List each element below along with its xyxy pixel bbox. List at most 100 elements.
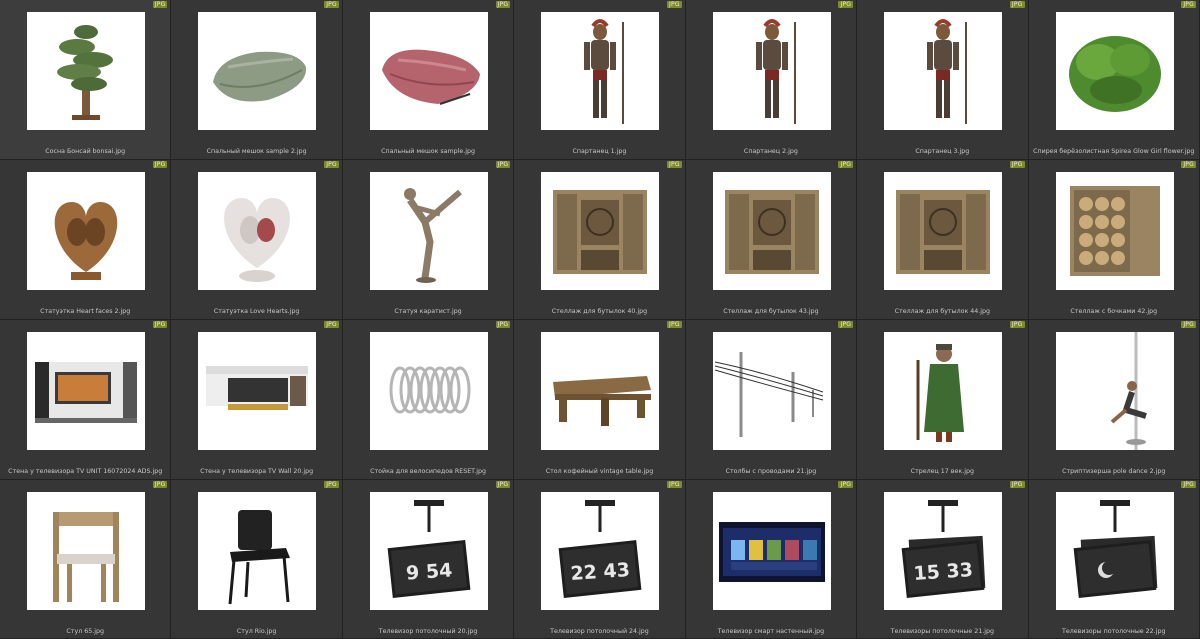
wooden-chair-image [27,492,145,610]
file-thumbnail[interactable]: JPG Спартанец 2.jpg [685,0,858,160]
file-name-label: Телевизоры потолочные 22.jpg [1062,628,1166,635]
barrel-rack-image [1055,172,1174,290]
tv-wall-unit-image [27,332,145,450]
file-name-label: Стена у телевизора TV UNIT 16072024 ADS.… [8,468,163,475]
file-thumbnail[interactable]: JPG Телевизоры потолочные 22.jpg [1028,480,1200,639]
file-thumbnail[interactable]: JPG Стриптизерша pole dance 2.jpg [1028,320,1200,480]
file-type-badge: JPG [838,481,854,488]
karate-statue-image [369,172,488,290]
file-type-badge: JPG [667,321,682,328]
file-thumbnail[interactable]: JPG Спартанец 3.jpg [857,0,1029,160]
file-thumbnail[interactable]: JPG Стена у телевизора TV Wall 20.jpg [171,320,343,480]
file-thumbnail[interactable]: JPG Стойка для велосипедов RESET.jpg [342,320,515,480]
ceiling-tv-image: 22 43 [541,492,660,610]
file-thumbnail[interactable]: JPG Сосна Бонсай bonsai.jpg [0,0,172,160]
file-thumbnail[interactable]: JPG Стрелец 17 век.jpg [857,320,1029,480]
file-thumbnail[interactable]: JPG Стеллаж с бочками 42.jpg [1028,160,1200,320]
file-thumbnail[interactable]: JPG Спартанец 1.jpg [514,0,686,160]
file-type-badge: JPG [1181,161,1196,168]
file-thumbnail[interactable]: JPG 9 54 Телевизор потолочный 20.jpg [342,480,515,639]
heart-faces-statue-image [27,172,145,290]
file-name-label: Стена у телевизора TV Wall 20.jpg [200,468,314,475]
spartan-warrior-image [884,12,1003,130]
file-type-badge: JPG [495,161,511,168]
svg-text:22 43: 22 43 [570,559,631,585]
bonsai-tree-image [27,12,145,130]
file-thumbnail[interactable]: JPG Стеллаж для бутылок 40.jpg [514,160,686,320]
file-type-badge: JPG [152,321,168,328]
bottle-rack-image [712,172,831,290]
file-name-label: Спартанец 1.jpg [572,148,627,155]
file-thumbnail[interactable]: JPG Стеллаж для бутылок 43.jpg [685,160,858,320]
file-thumbnail[interactable]: JPG Стол кофейный vintage table.jpg [514,320,686,480]
file-thumbnail[interactable]: JPG Спальный мешок sample 2.jpg [171,0,343,160]
spartan-warrior-image [712,12,831,130]
ceiling-tv-double-image: 15 33 [884,492,1003,610]
ceiling-tv-image: 9 54 [369,492,488,610]
file-type-badge: JPG [1009,161,1025,168]
file-name-label: Стул Rio.jpg [236,628,277,635]
file-type-badge: JPG [838,1,854,8]
file-name-label: Телевизоры потолочные 21.jpg [890,628,995,635]
file-name-label: Стул 65.jpg [66,628,104,635]
file-thumbnail[interactable]: JPG Стул Rio.jpg [171,480,343,639]
bottle-rack-image [541,172,660,290]
file-type-badge: JPG [667,161,682,168]
file-type-badge: JPG [1181,321,1196,328]
file-thumbnail[interactable]: JPG 15 33 Телевизоры потолочные 21.jpg [857,480,1029,639]
file-type-badge: JPG [838,161,854,168]
file-type-badge: JPG [495,321,511,328]
sleeping-bag-pink-image [369,12,488,130]
file-thumbnail[interactable]: JPG Статуэтка Heart faces 2.jpg [0,160,172,320]
file-name-label: Стол кофейный vintage table.jpg [545,468,654,475]
file-thumbnail[interactable]: JPG Стена у телевизора TV UNIT 16072024 … [0,320,172,480]
file-name-label: Стойка для велосипедов RESET.jpg [370,468,487,475]
file-name-label: Статуэтка Heart faces 2.jpg [40,308,131,315]
file-type-badge: JPG [1009,481,1025,488]
streltsy-soldier-image [884,332,1003,450]
file-type-badge: JPG [152,1,168,8]
file-name-label: Стриптизерша pole dance 2.jpg [1062,468,1166,475]
file-type-badge: JPG [495,1,511,8]
black-chair-image [198,492,317,610]
file-type-badge: JPG [1181,481,1196,488]
file-type-badge: JPG [667,481,682,488]
file-thumbnail[interactable]: JPG Спальный мешок sample.jpg [342,0,515,160]
file-type-badge: JPG [152,481,168,488]
file-thumbnail[interactable]: JPG 22 43 Телевизор потолочный 24.jpg [514,480,686,639]
file-type-badge: JPG [324,161,339,168]
power-poles-image [712,332,831,450]
file-thumbnail[interactable]: JPG Столбы с проводами 21.jpg [685,320,858,480]
file-name-label: Стеллаж для бутылок 43.jpg [723,308,819,315]
bike-rack-image [369,332,488,450]
thumbnail-grid: JPG Сосна Бонсай bonsai.jpg JPG Спальный … [0,0,1200,639]
love-hearts-statue-image [198,172,317,290]
file-type-badge: JPG [152,161,168,168]
tv-wall-unit-white-image [198,332,317,450]
file-name-label: Телевизор потолочный 20.jpg [378,628,478,635]
file-type-badge: JPG [838,321,854,328]
file-name-label: Спальный мешок sample.jpg [381,148,476,155]
svg-text:9 54: 9 54 [405,559,453,584]
file-type-badge: JPG [324,321,339,328]
spartan-warrior-image [541,12,660,130]
file-thumbnail[interactable]: JPG Спирея берёзолистная Spirea Glow Gir… [1028,0,1200,160]
coffee-table-image [541,332,660,450]
file-type-badge: JPG [324,481,339,488]
smart-tv-image [712,492,831,610]
file-name-label: Стеллаж для бутылок 44.jpg [894,308,991,315]
file-name-label: Стеллаж с бочками 42.jpg [1070,308,1158,315]
file-name-label: Спальный мешок sample 2.jpg [206,148,307,155]
file-thumbnail[interactable]: JPG Статуэтка Love Hearts.jpg [171,160,343,320]
file-name-label: Телевизор смарт настенный.jpg [717,628,825,635]
file-type-badge: JPG [1181,1,1196,8]
file-thumbnail[interactable]: JPG Статуя каратист.jpg [342,160,515,320]
file-name-label: Спартанец 3.jpg [915,148,970,155]
svg-text:15 33: 15 33 [913,559,974,585]
file-name-label: Столбы с проводами 21.jpg [725,468,817,475]
file-type-badge: JPG [1009,1,1025,8]
file-thumbnail[interactable]: JPG Телевизор смарт настенный.jpg [685,480,858,639]
file-thumbnail[interactable]: JPG Стул 65.jpg [0,480,172,639]
shrub-image [1055,12,1174,130]
file-thumbnail[interactable]: JPG Стеллаж для бутылок 44.jpg [857,160,1029,320]
